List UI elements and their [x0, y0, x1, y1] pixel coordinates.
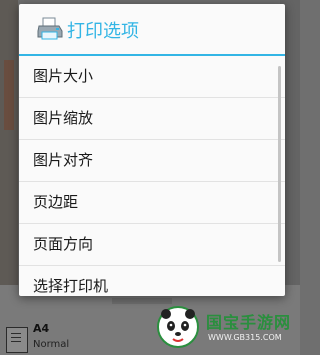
- watermark-url: WWW.GB315.COM: [208, 333, 282, 342]
- option-label: 选择打印机: [33, 277, 109, 295]
- dialog-header: 打印选项: [19, 4, 285, 56]
- printer-icon: [37, 17, 63, 40]
- option-page-orientation[interactable]: 页面方向: [19, 224, 285, 266]
- dialog-scrollbar[interactable]: [278, 66, 281, 262]
- paper-type-label: Normal: [33, 339, 70, 350]
- background-thumbnail: [4, 60, 14, 130]
- print-options-list: 图片大小 图片缩放 图片对齐 页边距 页面方向 选择打印机: [19, 56, 285, 307]
- option-label: 页面方向: [33, 235, 94, 253]
- paper-size-label: A4: [33, 322, 50, 335]
- site-watermark: 国宝手游网 WWW.GB315.COM: [156, 305, 296, 349]
- paper-settings-row[interactable]: A4 Normal: [0, 318, 160, 355]
- option-label: 图片缩放: [33, 109, 94, 127]
- print-options-dialog: 打印选项 图片大小 图片缩放 图片对齐 页边距 页面方向 选择打印机: [19, 4, 285, 296]
- option-label: 页边距: [33, 193, 79, 211]
- option-page-margin[interactable]: 页边距: [19, 182, 285, 224]
- panda-logo-icon: [157, 306, 199, 348]
- option-label: 图片大小: [33, 67, 94, 85]
- paper-icon: [6, 327, 28, 353]
- dialog-title: 打印选项: [67, 21, 139, 42]
- option-image-align[interactable]: 图片对齐: [19, 140, 285, 182]
- option-select-printer[interactable]: 选择打印机: [19, 266, 285, 307]
- option-image-size[interactable]: 图片大小: [19, 56, 285, 98]
- option-label: 图片对齐: [33, 151, 94, 169]
- watermark-brand: 国宝手游网: [206, 313, 292, 332]
- option-image-scale[interactable]: 图片缩放: [19, 98, 285, 140]
